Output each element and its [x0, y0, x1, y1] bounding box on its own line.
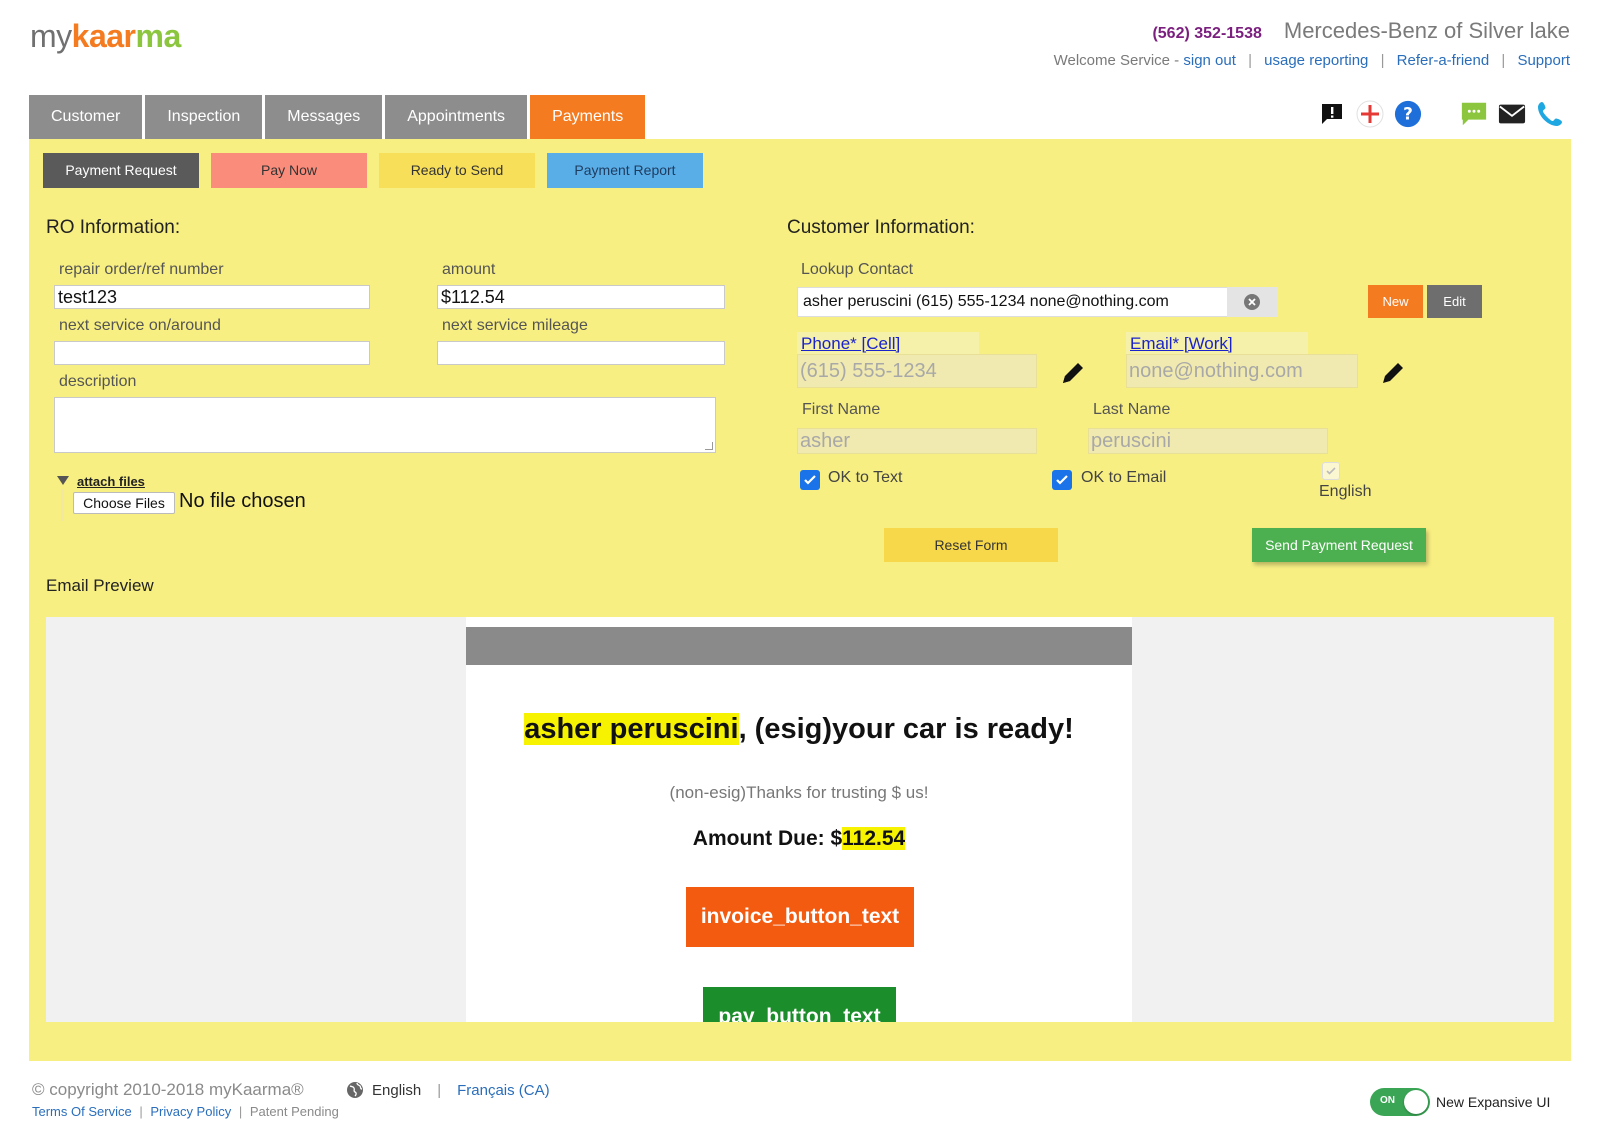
- edit-email-pencil-icon[interactable]: [1379, 359, 1407, 392]
- description-textarea[interactable]: [54, 397, 716, 453]
- dealer-name: Mercedes-Benz of Silver lake: [1283, 18, 1570, 43]
- invoice-button[interactable]: invoice_button_text: [686, 887, 914, 947]
- repair-order-input[interactable]: [54, 285, 370, 309]
- alert-chat-icon[interactable]: [1318, 100, 1346, 128]
- last-name-label: Last Name: [1093, 401, 1171, 418]
- next-service-input[interactable]: [54, 341, 370, 365]
- refer-a-friend-link[interactable]: Refer-a-friend: [1397, 52, 1490, 69]
- email-type-link[interactable]: Email* [Work]: [1126, 332, 1308, 356]
- email-field: none@nothing.com: [1126, 354, 1358, 388]
- clear-icon: [1244, 294, 1260, 310]
- tab-messages[interactable]: Messages: [265, 95, 383, 139]
- reset-form-button[interactable]: Reset Form: [884, 528, 1058, 562]
- lookup-contact-label: Lookup Contact: [801, 261, 914, 278]
- ok-to-text-label: OK to Text: [828, 469, 903, 486]
- terms-of-service-link[interactable]: Terms Of Service: [32, 1104, 132, 1119]
- main-tabs: Customer Inspection Messages Appointment…: [29, 95, 646, 139]
- ro-information-title: RO Information:: [46, 217, 181, 238]
- privacy-policy-link[interactable]: Privacy Policy: [150, 1104, 231, 1119]
- mileage-input[interactable]: [437, 341, 725, 365]
- mail-icon[interactable]: [1498, 100, 1526, 128]
- amount-input[interactable]: [437, 285, 725, 309]
- new-ui-toggle[interactable]: ON: [1370, 1088, 1430, 1116]
- tab-appointments[interactable]: Appointments: [385, 95, 528, 139]
- new-ui-label: New Expansive UI: [1436, 1094, 1551, 1110]
- copyright-text: © copyright 2010-2018 myKaarma®: [32, 1080, 304, 1099]
- pay-button[interactable]: pay_button_text: [703, 987, 896, 1022]
- payment-subtabs: Payment Request Pay Now Ready to Send Pa…: [43, 153, 703, 188]
- customer-information-title: Customer Information:: [787, 217, 975, 238]
- amount-label: amount: [442, 261, 496, 278]
- phone-type-link[interactable]: Phone* [Cell]: [797, 332, 979, 356]
- chat-icon[interactable]: [1460, 100, 1488, 128]
- email-headline: asher peruscini, (esig)your car is ready…: [524, 713, 1074, 745]
- first-name-field: asher: [797, 428, 1037, 454]
- tab-payments[interactable]: Payments: [530, 95, 646, 139]
- welcome-text: Welcome Service -: [1053, 52, 1180, 69]
- attach-files-toggle[interactable]: attach files: [57, 474, 145, 489]
- ok-to-text-checkbox[interactable]: [800, 470, 820, 490]
- ok-to-email-label: OK to Email: [1081, 469, 1167, 486]
- globe-icon: [347, 1082, 363, 1098]
- tab-inspection[interactable]: Inspection: [145, 95, 263, 139]
- help-icon[interactable]: ?: [1394, 100, 1422, 128]
- last-name-field: peruscini: [1088, 428, 1328, 454]
- toolbar-icons: ?: [1318, 100, 1564, 128]
- language-checkbox[interactable]: [1322, 462, 1340, 480]
- send-payment-request-button[interactable]: Send Payment Request: [1252, 528, 1426, 562]
- email-body: asher peruscini, (esig)your car is ready…: [466, 617, 1132, 1022]
- description-label: description: [59, 373, 137, 390]
- language-switcher: English | Français (CA): [346, 1081, 550, 1099]
- email-thanks-text: (non-esig)Thanks for trusting $ us!: [669, 783, 929, 802]
- next-service-label: next service on/around: [59, 317, 221, 334]
- header-account: (562) 352-1538 Mercedes-Benz of Silver l…: [1053, 18, 1570, 69]
- phone-field: (615) 555-1234: [797, 354, 1037, 388]
- ok-to-email-checkbox[interactable]: [1052, 470, 1072, 490]
- email-header-bar: [466, 627, 1132, 665]
- language-label: English: [1319, 483, 1372, 500]
- choose-files-button[interactable]: Choose Files: [73, 492, 175, 514]
- mykaarma-logo[interactable]: mykaarma: [30, 18, 181, 55]
- footer-links: Terms Of Service | Privacy Policy | Pate…: [32, 1104, 339, 1119]
- resize-grip[interactable]: [705, 442, 713, 450]
- ready-to-send-button[interactable]: Ready to Send: [379, 153, 535, 188]
- tab-customer[interactable]: Customer: [29, 95, 143, 139]
- mileage-label: next service mileage: [442, 317, 588, 334]
- repair-order-label: repair order/ref number: [59, 261, 224, 278]
- payments-panel: Payment Request Pay Now Ready to Send Pa…: [29, 139, 1571, 1061]
- sign-out-link[interactable]: sign out: [1183, 52, 1236, 69]
- toggle-knob: [1404, 1090, 1428, 1114]
- no-file-text: No file chosen: [179, 490, 306, 512]
- lookup-contact-input[interactable]: asher peruscini (615) 555-1234 none@noth…: [797, 287, 1277, 317]
- email-preview-pane: asher peruscini, (esig)your car is ready…: [46, 617, 1554, 1022]
- edit-phone-pencil-icon[interactable]: [1059, 359, 1087, 392]
- pay-now-button[interactable]: Pay Now: [211, 153, 367, 188]
- plus-icon[interactable]: [1356, 100, 1384, 128]
- language-french-link[interactable]: Français (CA): [457, 1082, 550, 1099]
- edit-contact-button[interactable]: Edit: [1427, 285, 1482, 318]
- new-contact-button[interactable]: New: [1368, 285, 1423, 318]
- disclosure-triangle-icon: [57, 476, 69, 485]
- clear-lookup-button[interactable]: [1227, 287, 1277, 317]
- dealer-phone[interactable]: (562) 352-1538: [1152, 25, 1261, 43]
- usage-reporting-link[interactable]: usage reporting: [1264, 52, 1368, 69]
- first-name-label: First Name: [802, 401, 881, 418]
- payment-request-button[interactable]: Payment Request: [43, 153, 199, 188]
- svg-text:?: ?: [1403, 104, 1413, 124]
- email-amount-due: Amount Due: $112.54: [692, 827, 906, 850]
- email-preview-title: Email Preview: [46, 576, 154, 595]
- phone-icon[interactable]: [1536, 100, 1564, 128]
- language-english[interactable]: English: [372, 1082, 421, 1099]
- payment-report-button[interactable]: Payment Report: [547, 153, 703, 188]
- patent-pending-text: Patent Pending: [249, 1104, 339, 1119]
- support-link[interactable]: Support: [1517, 52, 1570, 69]
